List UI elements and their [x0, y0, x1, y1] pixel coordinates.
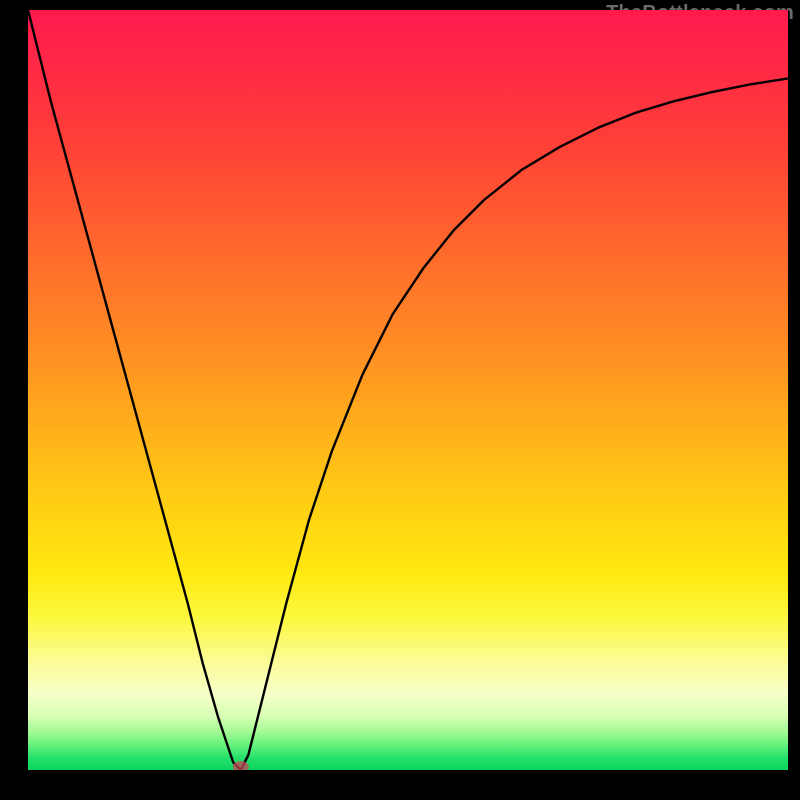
plot-area	[28, 10, 788, 770]
chart-stage: TheBottleneck.com	[0, 0, 800, 800]
curve-svg	[28, 10, 788, 770]
bottleneck-curve	[28, 10, 788, 770]
minimum-marker	[233, 761, 249, 770]
